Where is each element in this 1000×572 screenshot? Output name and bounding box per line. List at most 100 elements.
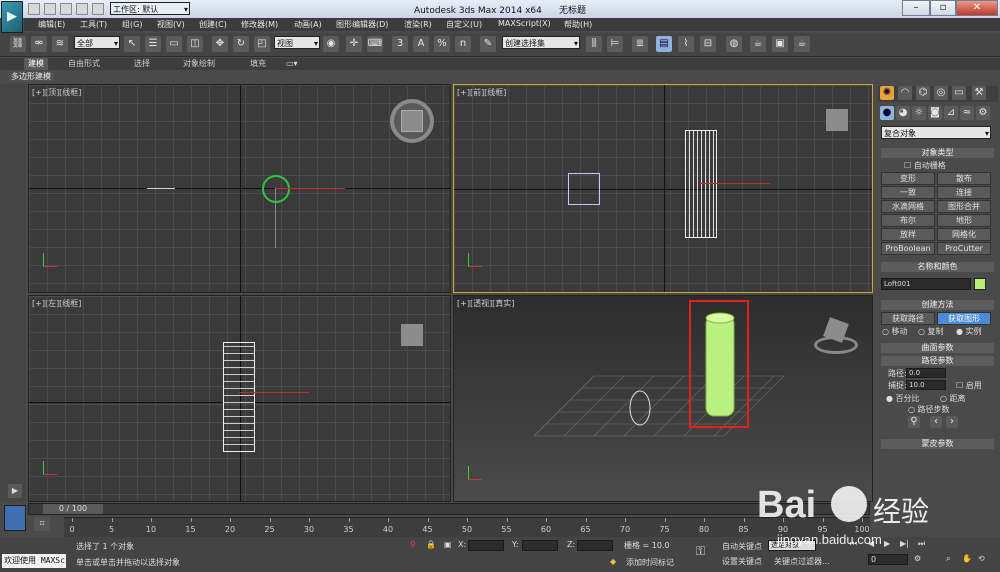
lock-icon[interactable]: 🔒 bbox=[426, 540, 436, 549]
loft-object[interactable] bbox=[705, 315, 735, 417]
utilities-tab-icon[interactable]: ⚒ bbox=[972, 86, 986, 100]
spacewarps-icon[interactable]: ≈ bbox=[960, 106, 974, 120]
btn-conform[interactable]: 一致 bbox=[881, 186, 935, 199]
category-dropdown[interactable]: 复合对象 bbox=[881, 126, 991, 140]
path-params-rollout[interactable]: 路径参数 bbox=[881, 356, 994, 366]
hierarchy-tab-icon[interactable]: ⌬ bbox=[916, 86, 930, 100]
current-frame-field[interactable]: 0 bbox=[868, 554, 908, 565]
window-crossing-icon[interactable]: ◫ bbox=[187, 36, 203, 52]
z-coord-field[interactable] bbox=[577, 540, 613, 551]
link-icon[interactable]: ⛓ bbox=[10, 36, 26, 52]
keyboard-shortcut-icon[interactable]: ⌨ bbox=[367, 36, 383, 52]
tab-populate[interactable]: 填充 bbox=[250, 58, 266, 70]
tab-object-paint[interactable]: 对象绘制 bbox=[183, 58, 215, 70]
bind-spacewarp-icon[interactable]: ≋ bbox=[52, 36, 68, 52]
ref-coord-dropdown[interactable]: 视图 bbox=[274, 36, 320, 50]
edit-named-selection-icon[interactable]: ✎ bbox=[480, 36, 496, 52]
3ds-max-logo-icon[interactable]: ▶ bbox=[1, 1, 23, 33]
btn-morph[interactable]: 变形 bbox=[881, 172, 935, 185]
shape-rect[interactable] bbox=[568, 173, 600, 205]
play-expand-icon[interactable]: ▶ bbox=[8, 484, 22, 498]
create-tab-icon[interactable]: ✺ bbox=[880, 86, 894, 100]
loft-object[interactable] bbox=[685, 130, 717, 238]
new-icon[interactable] bbox=[28, 3, 40, 15]
btn-connect[interactable]: 连接 bbox=[937, 186, 991, 199]
mirror-icon[interactable]: ⫼ bbox=[586, 36, 602, 52]
btn-blobmesh[interactable]: 水滴网格 bbox=[881, 200, 935, 213]
percent-radio[interactable]: ● 百分比 bbox=[886, 393, 920, 404]
geometry-icon[interactable]: ● bbox=[880, 106, 894, 120]
move-radio[interactable]: ○ 移动 bbox=[882, 326, 908, 337]
get-path-button[interactable]: 获取路径 bbox=[881, 312, 935, 325]
orbit-icon[interactable]: ⟲ bbox=[978, 554, 985, 563]
menu-create[interactable]: 创建(C) bbox=[199, 19, 227, 30]
time-slider[interactable]: 0 / 100 bbox=[28, 503, 870, 515]
graphite-toggle-icon[interactable]: ▤ bbox=[656, 36, 672, 52]
time-tag-icon[interactable]: ◆ bbox=[610, 557, 616, 566]
track-bar[interactable]: 0 5 10 15 20 25 30 35 40 45 50 55 60 65 70 75 80 85 90 95 10… bbox=[64, 517, 870, 537]
object-color-swatch[interactable] bbox=[974, 278, 986, 290]
align-icon[interactable]: ⊨ bbox=[607, 36, 623, 52]
modify-tab-icon[interactable]: ◠ bbox=[898, 86, 912, 100]
shapes-icon[interactable]: ◕ bbox=[896, 106, 910, 120]
viewport-top[interactable]: [+][顶][线框] bbox=[28, 84, 451, 293]
selection-filter-dropdown[interactable]: 全部 bbox=[74, 36, 120, 50]
select-manipulate-icon[interactable]: ✛ bbox=[346, 36, 362, 52]
auto-grid-checkbox[interactable]: ☐ 自动栅格 bbox=[904, 160, 946, 171]
btn-shapemerge[interactable]: 图形合并 bbox=[937, 200, 991, 213]
menu-customize[interactable]: 自定义(U) bbox=[446, 19, 482, 30]
menu-help[interactable]: 帮助(H) bbox=[564, 19, 592, 30]
btn-procutter[interactable]: ProCutter bbox=[937, 242, 991, 255]
creation-method-rollout[interactable]: 创建方法 bbox=[881, 300, 994, 310]
viewcube-face[interactable] bbox=[401, 110, 423, 132]
angle-snap-icon[interactable]: A bbox=[413, 36, 429, 52]
viewport-label-front[interactable]: [+][前][线框] bbox=[457, 87, 506, 98]
viewcube-front-icon[interactable] bbox=[826, 109, 848, 131]
viewport-label-top[interactable]: [+][顶][线框] bbox=[32, 87, 81, 98]
pivot-center-icon[interactable]: ◉ bbox=[323, 36, 339, 52]
mini-curve-editor-icon[interactable]: ⌗ bbox=[34, 517, 50, 531]
btn-proboolean[interactable]: ProBoolean bbox=[881, 242, 935, 255]
ribbon-options-icon[interactable]: ▭▾ bbox=[286, 58, 298, 70]
time-slider-thumb[interactable]: 0 / 100 bbox=[43, 504, 103, 514]
btn-mesher[interactable]: 网格化 bbox=[937, 228, 991, 241]
time-config-icon[interactable]: ⚙ bbox=[914, 554, 921, 563]
tab-freeform[interactable]: 自由形式 bbox=[68, 58, 100, 70]
key-icon[interactable]: ⚿ bbox=[696, 544, 705, 559]
enable-checkbox[interactable]: ☐ 启用 bbox=[956, 380, 982, 391]
get-shape-button[interactable]: 获取图形 bbox=[937, 312, 991, 325]
spinner-snap-icon[interactable]: n bbox=[455, 36, 471, 52]
ribbon-panel-label[interactable]: 多边形建模 bbox=[8, 71, 54, 82]
btn-loft[interactable]: 放样 bbox=[881, 228, 935, 241]
menu-views[interactable]: 视图(V) bbox=[157, 19, 185, 30]
next-shape-icon[interactable]: › bbox=[946, 416, 958, 428]
x-coord-field[interactable] bbox=[468, 540, 504, 551]
instance-radio[interactable]: ● 实例 bbox=[956, 326, 982, 337]
name-color-rollout[interactable]: 名称和颜色 bbox=[881, 262, 994, 272]
render-setup-icon[interactable]: ☕ bbox=[750, 36, 766, 52]
rotate-icon[interactable]: ↻ bbox=[233, 36, 249, 52]
object-type-rollout[interactable]: 对象类型 bbox=[881, 148, 994, 158]
surface-params-rollout[interactable]: 曲面参数 bbox=[881, 343, 994, 353]
viewport-label-left[interactable]: [+][左][线框] bbox=[32, 298, 81, 309]
menu-animation[interactable]: 动画(A) bbox=[294, 19, 322, 30]
pan-icon[interactable]: ✋ bbox=[962, 554, 972, 563]
zoom-icon[interactable]: ⌕ bbox=[946, 554, 950, 564]
open-icon[interactable] bbox=[44, 3, 56, 15]
scale-icon[interactable]: ◰ bbox=[254, 36, 270, 52]
copy-radio[interactable]: ○ 复制 bbox=[918, 326, 944, 337]
object-name-field[interactable]: Loft001 bbox=[881, 278, 971, 290]
rect-selection-icon[interactable]: ▭ bbox=[166, 36, 182, 52]
path-field[interactable]: 0.0 bbox=[906, 368, 946, 378]
snap-field[interactable]: 10.0 bbox=[906, 380, 946, 390]
systems-icon[interactable]: ⚙ bbox=[976, 106, 990, 120]
percent-snap-icon[interactable]: % bbox=[434, 36, 450, 52]
select-by-name-icon[interactable]: ☰ bbox=[145, 36, 161, 52]
skin-params-rollout[interactable]: 蒙皮参数 bbox=[881, 439, 994, 449]
path-steps-radio[interactable]: ○ 路径步数 bbox=[908, 404, 950, 415]
menu-edit[interactable]: 编辑(E) bbox=[38, 19, 65, 30]
menu-rendering[interactable]: 渲染(R) bbox=[404, 19, 432, 30]
undo-icon[interactable] bbox=[76, 3, 88, 15]
absolute-mode-icon[interactable]: ▣ bbox=[444, 540, 452, 549]
render-icon[interactable]: ☕ bbox=[794, 36, 810, 52]
